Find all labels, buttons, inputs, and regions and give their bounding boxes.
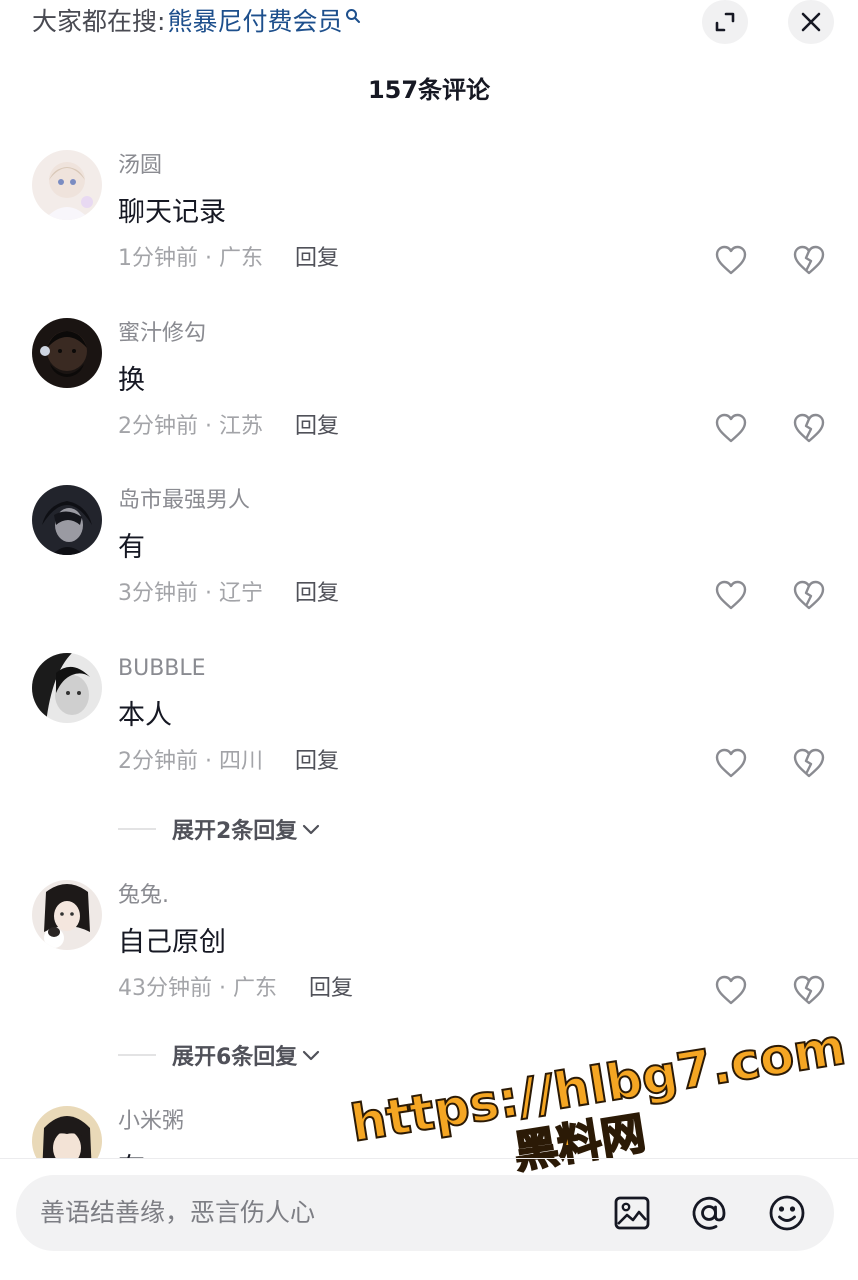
comment-meta: 2分钟前 · 江苏 回复 — [118, 410, 339, 444]
reply-button[interactable]: 回复 — [295, 745, 339, 779]
image-icon[interactable] — [612, 1193, 652, 1233]
comment-username[interactable]: 蜜汁修勾 — [118, 319, 206, 349]
comment-meta: 43分钟前 · 广东 回复 — [118, 972, 353, 1006]
comment-time-location: 43分钟前 · 广东 — [118, 976, 277, 1001]
avatar[interactable] — [32, 880, 102, 950]
comment-list[interactable]: 汤圆 聊天记录 1分钟前 · 广东 回复 蜜汁修勾 换 2分钟前 · 江苏 回复… — [0, 145, 858, 1158]
chevron-down-icon — [303, 824, 320, 835]
comment-time-location: 3分钟前 · 辽宁 — [118, 581, 263, 606]
comment-item: BUBBLE 本人 2分钟前 · 四川 回复 — [0, 648, 858, 798]
trending-search-hint[interactable]: 大家都在搜: 熊暴尼付费会员 — [32, 4, 361, 40]
comment-username[interactable]: 小米粥 — [118, 1107, 184, 1137]
comment-count-title: 157条评论 — [367, 76, 491, 104]
divider-line — [118, 828, 156, 830]
heart-icon[interactable] — [713, 577, 749, 613]
comment-meta: 1分钟前 · 广东 回复 — [118, 242, 339, 276]
comment-item: 蜜汁修勾 换 2分钟前 · 江苏 回复 — [0, 313, 858, 463]
expand-button[interactable] — [702, 0, 748, 44]
comment-username[interactable]: 岛市最强男人 — [118, 486, 250, 516]
broken-heart-icon[interactable] — [791, 745, 827, 781]
heart-icon[interactable] — [713, 242, 749, 278]
avatar[interactable] — [32, 150, 102, 220]
comment-time-location: 1分钟前 · 广东 — [118, 246, 263, 271]
comment-item: 小米粥 有 — [0, 1101, 858, 1158]
at-icon[interactable] — [689, 1193, 729, 1233]
comment-text: 本人 — [118, 700, 172, 731]
broken-heart-icon[interactable] — [791, 410, 827, 446]
comments-panel: 大家都在搜: 熊暴尼付费会员 157条评论 汤圆 聊天记录 1分钟前 · 广东 … — [0, 0, 858, 1280]
search-term-link[interactable]: 熊暴尼付费会员 — [167, 4, 342, 40]
expand-replies-button[interactable]: 展开6条回复 — [118, 1037, 321, 1073]
reply-button[interactable]: 回复 — [309, 972, 353, 1006]
expand-icon — [715, 12, 735, 32]
comment-text: 有 — [118, 532, 145, 563]
comment-input[interactable]: 善语结善缘，恶言伤人心 — [40, 1193, 315, 1233]
search-prefix: 大家都在搜: — [32, 7, 166, 36]
heart-icon[interactable] — [713, 972, 749, 1008]
heart-icon[interactable] — [713, 410, 749, 446]
broken-heart-icon[interactable] — [791, 577, 827, 613]
broken-heart-icon[interactable] — [791, 972, 827, 1008]
emoji-icon[interactable] — [767, 1193, 807, 1233]
expand-replies-button[interactable]: 展开2条回复 — [118, 811, 321, 847]
expand-replies-label: 展开6条回复 — [172, 1045, 298, 1070]
comment-meta: 3分钟前 · 辽宁 回复 — [118, 577, 339, 611]
bottom-divider — [0, 1158, 858, 1159]
broken-heart-icon[interactable] — [791, 242, 827, 278]
close-button[interactable] — [788, 0, 834, 44]
comment-item: 岛市最强男人 有 3分钟前 · 辽宁 回复 — [0, 480, 858, 630]
reply-button[interactable]: 回复 — [295, 410, 339, 444]
reply-button[interactable]: 回复 — [295, 577, 339, 611]
avatar[interactable] — [32, 318, 102, 388]
comment-time-location: 2分钟前 · 四川 — [118, 749, 263, 774]
comment-username[interactable]: BUBBLE — [118, 654, 206, 684]
divider-line — [118, 1054, 156, 1056]
comment-time-location: 2分钟前 · 江苏 — [118, 414, 263, 439]
comment-item: 汤圆 聊天记录 1分钟前 · 广东 回复 — [0, 145, 858, 295]
heart-icon[interactable] — [713, 745, 749, 781]
chevron-down-icon — [303, 1050, 320, 1061]
comment-text: 自己原创 — [118, 927, 226, 958]
avatar[interactable] — [32, 1106, 102, 1158]
comment-item: 兔兔. 自己原创 43分钟前 · 广东 回复 — [0, 875, 858, 1025]
reply-button[interactable]: 回复 — [295, 242, 339, 276]
close-icon — [801, 12, 821, 32]
comment-input-bar[interactable]: 善语结善缘，恶言伤人心 — [16, 1175, 834, 1251]
comment-text: 有 — [118, 1150, 145, 1158]
top-bar: 大家都在搜: 熊暴尼付费会员 — [0, 0, 858, 44]
avatar[interactable] — [32, 485, 102, 555]
avatar[interactable] — [32, 653, 102, 723]
comment-username[interactable]: 兔兔. — [118, 881, 169, 911]
comment-username[interactable]: 汤圆 — [118, 151, 162, 181]
search-icon — [346, 9, 361, 23]
expand-replies-label: 展开2条回复 — [172, 819, 298, 844]
comment-text: 换 — [118, 365, 145, 396]
comment-text: 聊天记录 — [118, 197, 226, 228]
comment-meta: 2分钟前 · 四川 回复 — [118, 745, 339, 779]
